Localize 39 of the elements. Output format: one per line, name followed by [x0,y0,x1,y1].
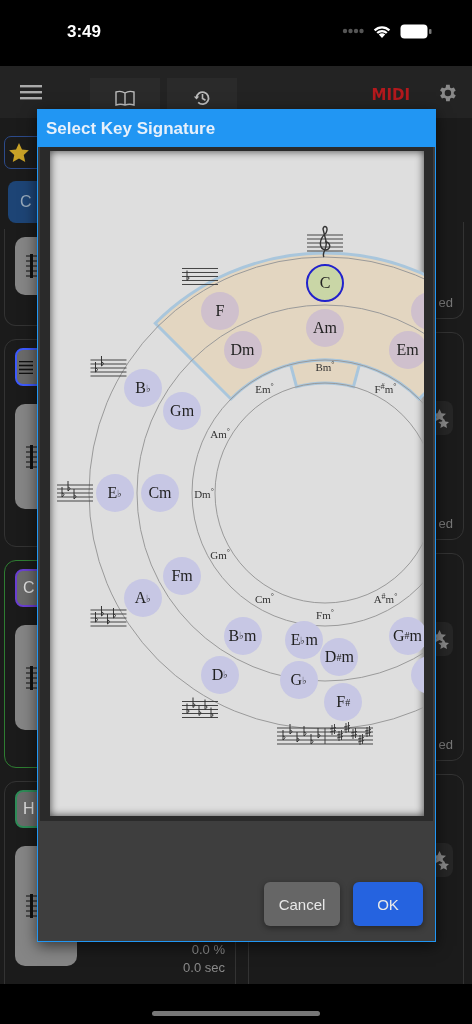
dialog-title: Select Key Signature [38,110,435,147]
key-signature-drawing [276,723,326,745]
cancel-button[interactable]: Cancel [264,882,340,926]
diminished-chord[interactable]: Dm$^{°}$ [194,486,214,500]
clock-time: 3:49 [67,22,102,42]
key-signature-drawing [56,480,94,502]
diminished-chord[interactable]: Em$^{°}$ [255,381,274,395]
book-icon [115,90,135,106]
stars-icon [433,850,449,870]
ok-button[interactable]: OK [353,882,423,926]
diminished-chord[interactable]: Am$^{°}$ [210,426,231,439]
stars-icon [433,408,449,428]
progress-text: 0.0 % [191,942,225,958]
key-signature-drawing [90,355,127,377]
play-status-text: ed [438,516,453,531]
treble-clef-staff-drawing [306,225,344,258]
diminished-chord[interactable]: F$^{#}$m$^{°}$ [374,381,397,395]
wifi-icon [372,23,392,39]
diminished-chord[interactable]: Cm$^{°}$ [254,591,275,605]
duration-text: 0.0 sec [183,960,225,976]
diminished-chord[interactable]: Gm$^{°}$ [210,547,231,560]
history-icon [193,89,211,107]
key-node[interactable]: Fm [163,556,202,595]
diminished-chord[interactable]: Fm$^{°}$ [316,607,334,621]
diminished-chord[interactable]: A$^{#}$m$^{°}$ [373,591,398,605]
battery-icon [400,23,432,39]
key-node[interactable]: Gm [163,391,202,430]
key-node[interactable]: Cm [141,474,179,512]
menu-icon[interactable] [20,84,42,100]
key-signature-drawing [324,721,374,746]
key-signature-drawing [90,605,127,627]
star-icon [9,143,29,162]
play-status-text: ed [438,295,453,310]
key-signature-drawing [181,697,219,718]
key-signature-drawing [181,268,219,285]
diminished-chord[interactable]: Bm$^{°}$ [315,359,335,373]
signal-icon [342,28,364,34]
play-status-text: ed [438,737,453,752]
stars-icon [433,629,449,649]
